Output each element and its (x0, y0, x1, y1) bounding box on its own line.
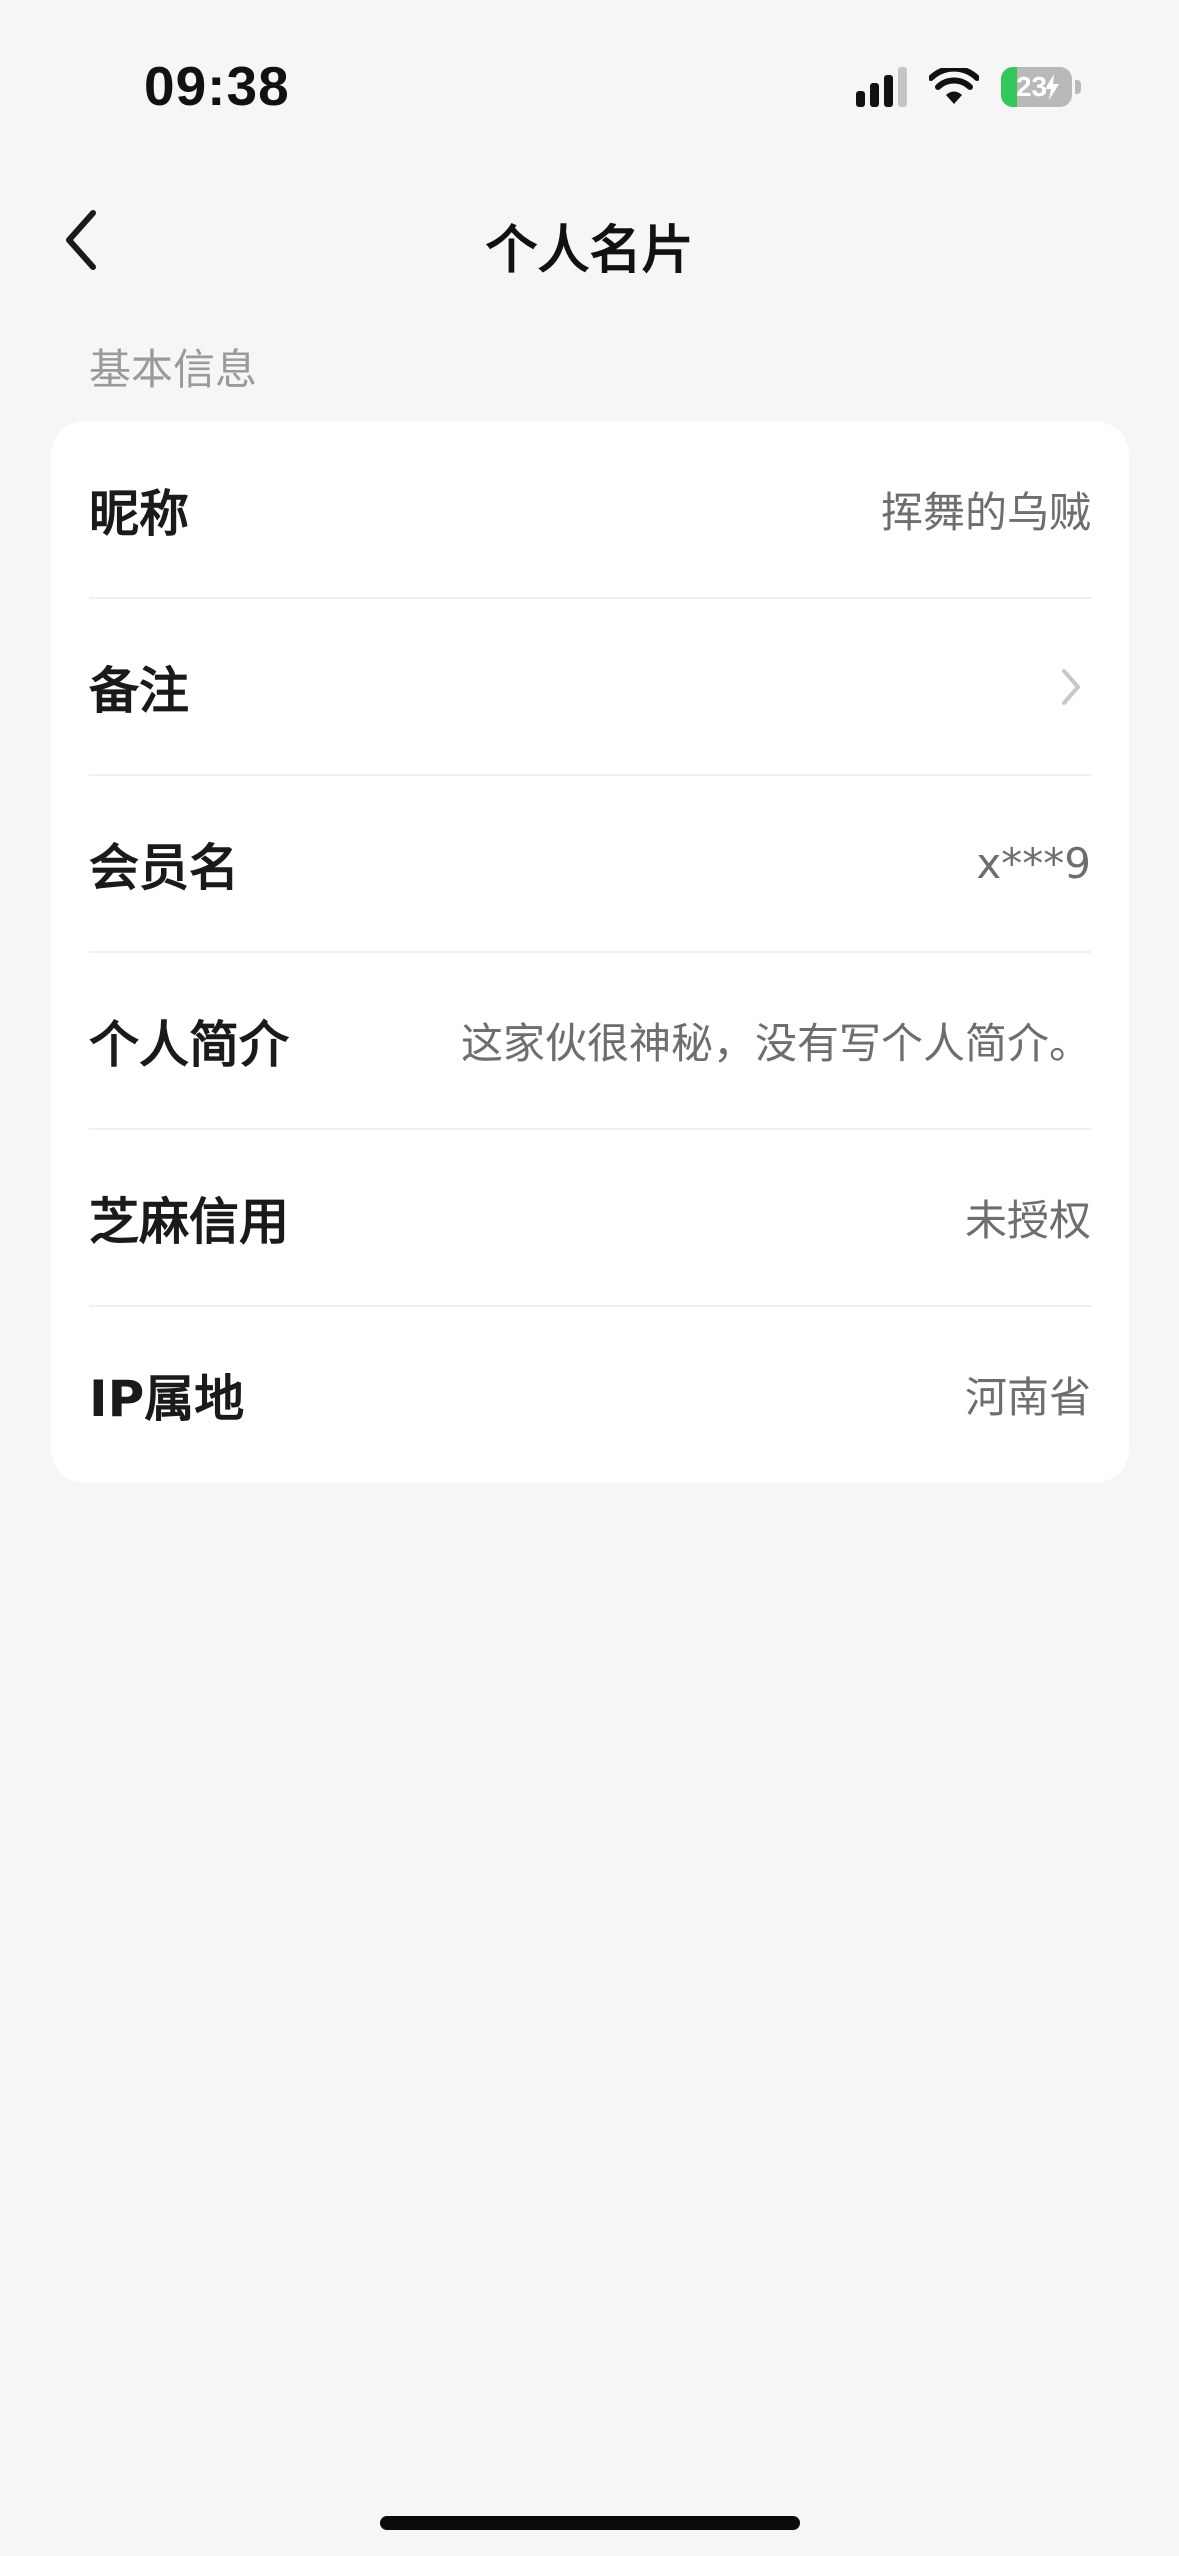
row-sesame-credit: 芝麻信用 未授权 (89, 1129, 1091, 1306)
navigation-bar: 个人名片 (0, 190, 1179, 290)
row-label: IP属地 (89, 1369, 245, 1428)
row-value: 河南省 (964, 1373, 1091, 1422)
row-value: 挥舞的乌贼 (880, 488, 1091, 537)
row-label: 会员名 (89, 838, 239, 897)
row-label: 芝麻信用 (89, 1192, 289, 1251)
chevron-right-icon (1051, 662, 1091, 712)
row-ip-location: IP属地 河南省 (89, 1306, 1091, 1483)
charging-bolt-icon (1045, 74, 1060, 100)
row-bio: 个人简介 这家伙很神秘，没有写个人简介。 (89, 952, 1091, 1129)
row-value: 这家伙很神秘，没有写个人简介。 (460, 1019, 1091, 1068)
status-icons: 23 (856, 64, 1081, 110)
wifi-icon (929, 68, 979, 104)
row-member-name: 会员名 x***9 (89, 775, 1091, 952)
home-indicator[interactable] (380, 2516, 800, 2530)
row-label: 备注 (89, 661, 189, 720)
row-nickname: 昵称 挥舞的乌贼 (89, 421, 1091, 598)
section-label: 基本信息 (89, 345, 258, 394)
info-card: 昵称 挥舞的乌贼 备注 会员名 x***9 个人简介 这家伙很神秘，没有写个人简… (51, 421, 1129, 1483)
row-remark[interactable]: 备注 (89, 598, 1091, 775)
status-time: 09:38 (144, 55, 290, 117)
battery-icon: 23 (1001, 67, 1081, 107)
row-label: 昵称 (89, 484, 189, 543)
page-title: 个人名片 (485, 221, 694, 281)
row-value: 未授权 (964, 1196, 1091, 1245)
cellular-signal-icon (856, 67, 907, 107)
row-label: 个人简介 (89, 1015, 289, 1074)
row-value: x***9 (976, 839, 1091, 888)
status-bar: 09:38 23 (0, 0, 1179, 170)
